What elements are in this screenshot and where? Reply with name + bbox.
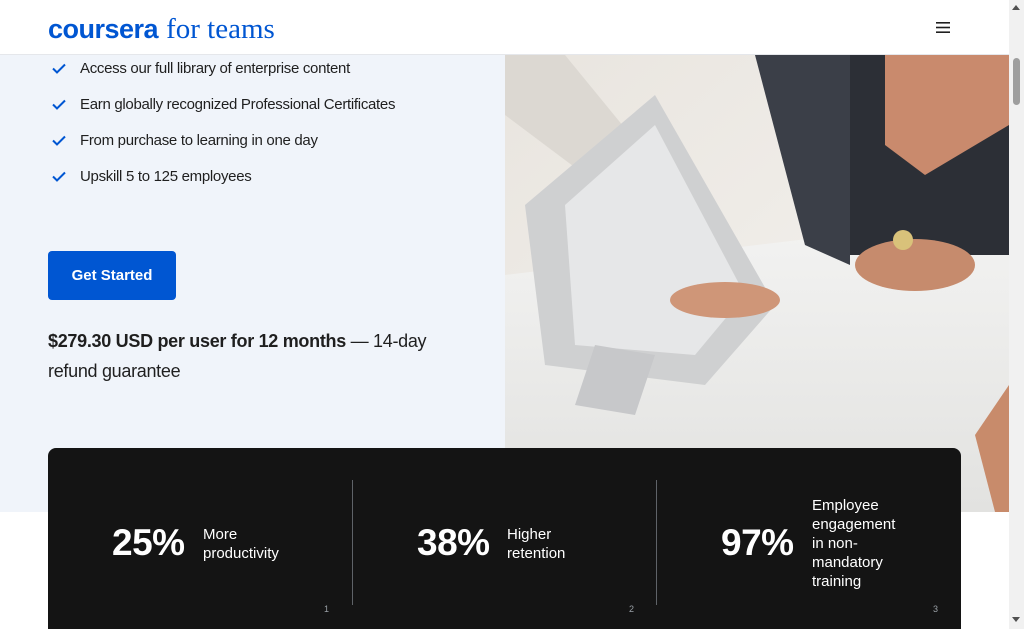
- stat-item: 38% Higher retention 2: [417, 448, 657, 629]
- stat-item: 25% More productivity 1: [112, 448, 352, 629]
- scrollbar-thumb[interactable]: [1013, 58, 1020, 105]
- benefit-text: Access our full library of enterprise co…: [80, 59, 350, 77]
- benefit-item: Earn globally recognized Professional Ce…: [48, 92, 395, 116]
- stat-label: Higher retention: [507, 526, 566, 562]
- hero-section: Access our full library of enterprise co…: [0, 55, 1009, 512]
- check-icon: [48, 165, 70, 187]
- stat-divider: [352, 480, 353, 605]
- hamburger-menu-button[interactable]: [924, 8, 962, 46]
- check-icon: [48, 129, 70, 151]
- stat-label: More productivity: [203, 526, 279, 562]
- stat-footnote[interactable]: 2: [629, 604, 634, 614]
- benefit-item: Access our full library of enterprise co…: [48, 56, 350, 80]
- benefit-text: Earn globally recognized Professional Ce…: [80, 95, 396, 113]
- stat-divider: [656, 480, 657, 605]
- stat-value: 38%: [417, 522, 490, 563]
- stat-footnote[interactable]: 1: [324, 604, 329, 614]
- vertical-scrollbar[interactable]: [1009, 0, 1024, 629]
- stat-footnote[interactable]: 3: [933, 604, 938, 614]
- benefit-item: From purchase to learning in one day: [48, 128, 318, 152]
- hero-photo: [505, 55, 1009, 512]
- benefit-text: Upskill 5 to 125 employees: [80, 167, 252, 185]
- check-icon: [48, 57, 70, 79]
- stats-section: 25% More productivity 1 38% Higher reten…: [48, 448, 961, 629]
- get-started-button[interactable]: Get Started: [48, 251, 176, 300]
- stat-label: Employee engagement in non-mandatory tra…: [812, 497, 896, 590]
- check-icon: [48, 93, 70, 115]
- site-header: coursera for teams: [0, 0, 1009, 55]
- benefit-text: From purchase to learning in one day: [80, 131, 318, 149]
- logo-suffix-text: for teams: [166, 13, 275, 45]
- scroll-down-arrow-icon[interactable]: [1012, 617, 1020, 622]
- stat-value: 25%: [112, 522, 185, 563]
- benefit-item: Upskill 5 to 125 employees: [48, 164, 252, 188]
- stat-value: 97%: [721, 522, 794, 563]
- page: coursera for teams Access our full libra…: [0, 0, 1024, 629]
- price-amount: $279.30 USD per user for 12 months: [48, 331, 346, 351]
- hamburger-menu-icon: [936, 21, 950, 33]
- pricing-text: $279.30 USD per user for 12 months — 14-…: [48, 326, 468, 386]
- stat-item: 97% Employee engagement in non-mandatory…: [721, 448, 961, 629]
- scroll-up-arrow-icon[interactable]: [1012, 5, 1020, 10]
- coursera-for-teams-logo[interactable]: coursera for teams: [48, 13, 275, 45]
- logo-brand-text: coursera: [48, 14, 159, 44]
